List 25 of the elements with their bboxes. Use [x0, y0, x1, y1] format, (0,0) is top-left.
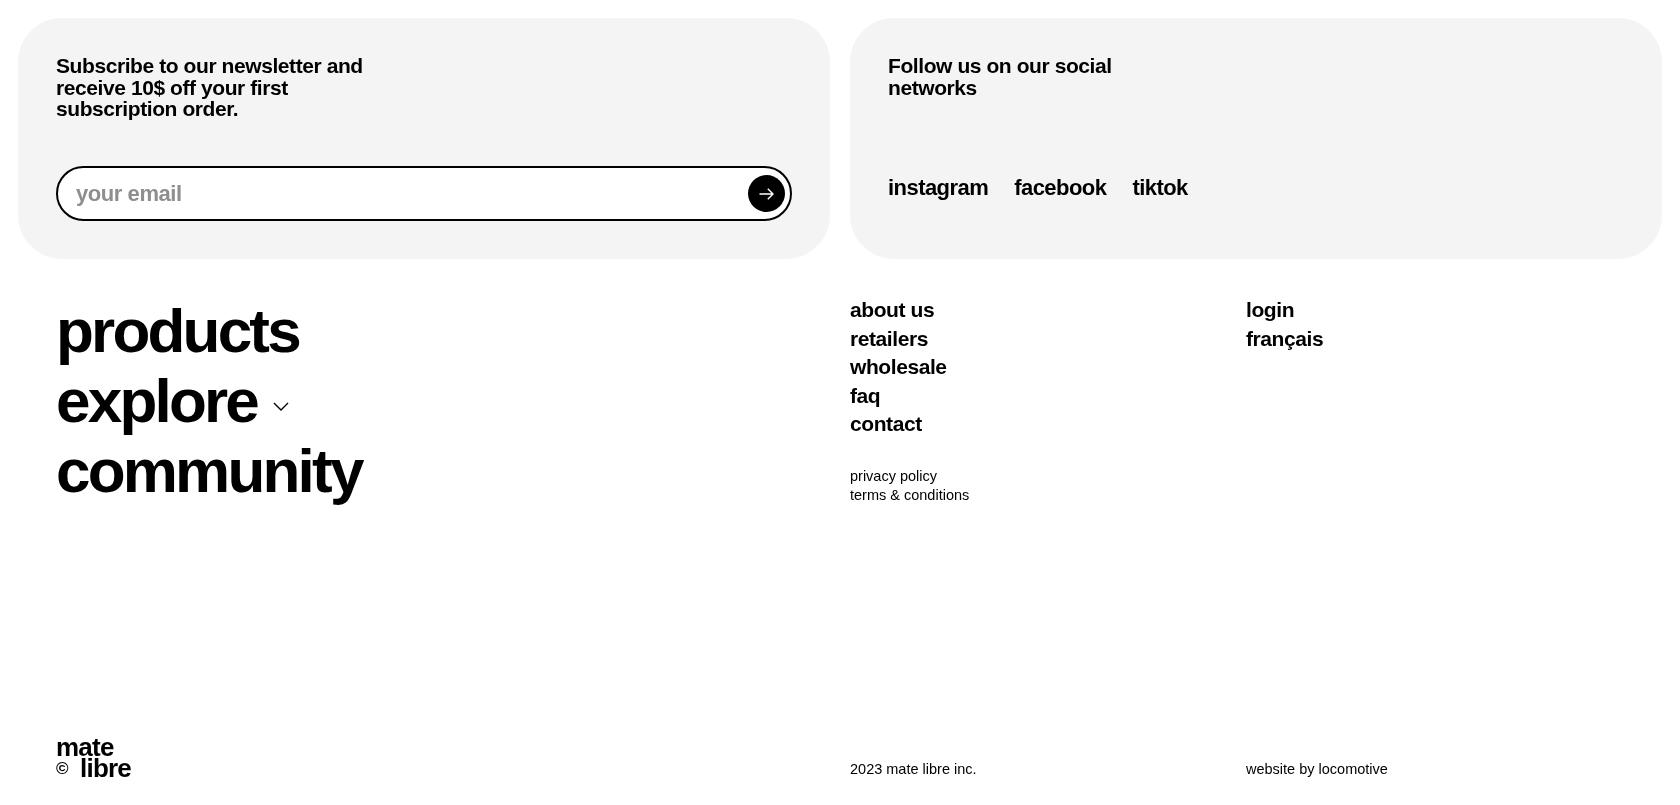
nav-link[interactable]: community [56, 436, 362, 506]
copyright-text: 2023 mate libre inc. [850, 760, 977, 779]
social-link[interactable]: instagram [888, 175, 989, 201]
nav-dropdown[interactable]: explore [56, 366, 289, 436]
social-heading: Follow us on our social networks [888, 55, 1113, 98]
footer-link[interactable]: about us [850, 296, 935, 325]
footer-link[interactable]: faq [850, 381, 881, 410]
email-field[interactable]: your email [56, 166, 792, 221]
social-link[interactable]: facebook [1014, 175, 1107, 201]
footer-link[interactable]: contact [850, 410, 922, 439]
arrow-right-icon [759, 187, 774, 200]
newsletter-heading: Subscribe to our newsletter and receive 10$ off your first subscription order. [56, 55, 364, 120]
logo-text: mate [56, 737, 114, 758]
footer-link[interactable]: wholesale [850, 353, 947, 382]
copyright-icon: © [56, 758, 69, 779]
utility-link[interactable]: login [1246, 296, 1295, 325]
legal-link[interactable]: privacy policy [850, 466, 938, 486]
credit-link[interactable]: website by locomotive [1246, 760, 1388, 779]
footer-link[interactable]: retailers [850, 324, 928, 353]
chevron-down-icon [273, 401, 289, 411]
utility-link[interactable]: français [1246, 324, 1324, 353]
legal-link[interactable]: terms & conditions [850, 485, 970, 505]
logo-text: libre [80, 758, 131, 779]
nav-link[interactable]: products [56, 296, 299, 366]
social-link[interactable]: tiktok [1132, 175, 1188, 201]
